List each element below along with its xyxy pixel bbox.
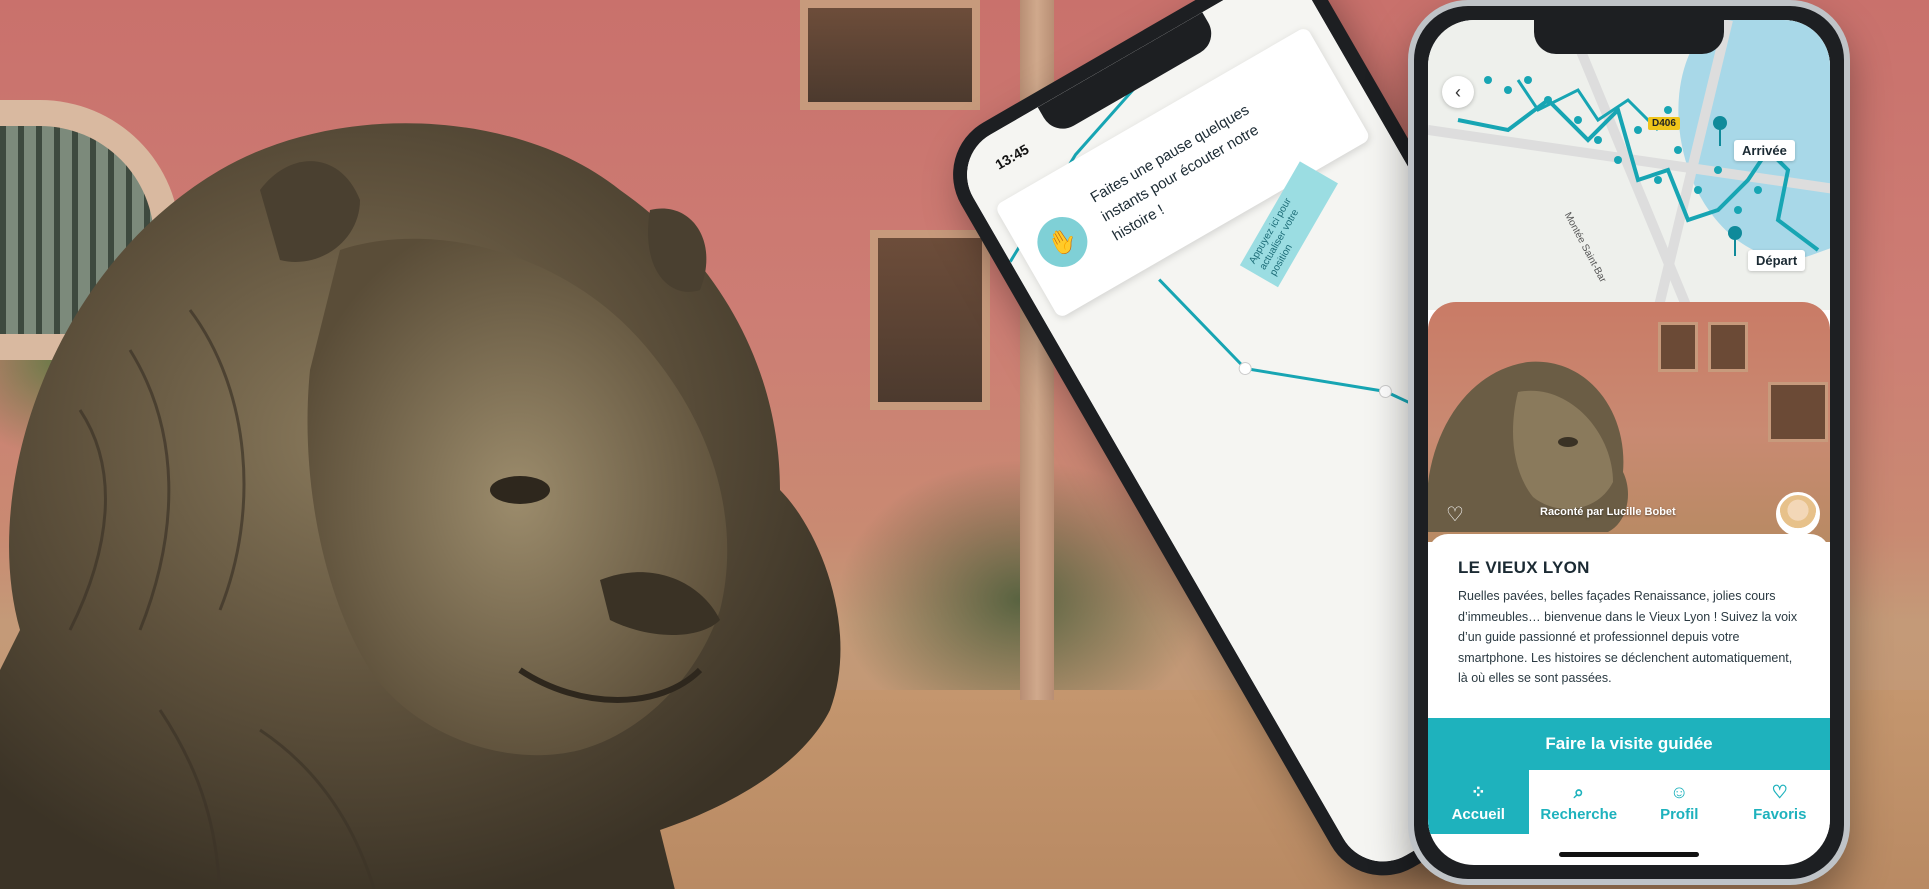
departure-label: Départ [1748, 250, 1806, 271]
front-phone-screen: ‹ D406 Arrivée Départ Montée Saint-Bar ♡ [1428, 20, 1830, 865]
front-phone-notch [1534, 20, 1724, 54]
departure-pin[interactable] [1728, 226, 1742, 256]
bottom-tab-bar: ⁘ Accueil ⌕ Recherche ☺ Profil ♡ Favoris [1428, 770, 1830, 834]
road-badge: D406 [1648, 117, 1680, 130]
chevron-left-icon: ‹ [1455, 81, 1461, 102]
route-map[interactable]: ‹ D406 Arrivée Départ Montée Saint-Bar [1428, 20, 1830, 310]
tab-label: Favoris [1753, 805, 1807, 823]
tab-label: Recherche [1540, 805, 1618, 823]
lion-statue-image [0, 123, 841, 889]
card-window [1708, 322, 1748, 372]
narrator-avatar[interactable] [1776, 492, 1820, 536]
tour-card-image[interactable]: ♡ Raconté par Lucille Bobet [1428, 302, 1830, 542]
front-phone: ‹ D406 Arrivée Départ Montée Saint-Bar ♡ [1408, 0, 1850, 885]
hand-icon: ✋ [1028, 207, 1097, 277]
tab-recherche[interactable]: ⌕ Recherche [1529, 770, 1630, 834]
tab-accueil[interactable]: ⁘ Accueil [1428, 770, 1529, 834]
heart-outline-icon[interactable]: ♡ [1446, 504, 1468, 526]
home-indicator[interactable] [1559, 852, 1699, 857]
arrival-pin[interactable] [1713, 116, 1727, 146]
promo-scene: 13:45 ✋ Faites une pause quelques instan… [0, 0, 1929, 889]
search-icon: ⌕ [1573, 781, 1584, 802]
tab-label: Profil [1660, 805, 1699, 823]
card-window [1658, 322, 1698, 372]
tour-title: LE VIEUX LYON [1458, 558, 1590, 577]
grid-icon: ⁘ [1470, 781, 1486, 802]
tab-label: Accueil [1451, 805, 1505, 823]
back-button[interactable]: ‹ [1442, 76, 1474, 108]
heart-icon: ♡ [1771, 781, 1788, 802]
tab-favoris[interactable]: ♡ Favoris [1730, 770, 1831, 834]
background-window [800, 0, 980, 110]
start-tour-button[interactable]: Faire la visite guidée [1428, 718, 1830, 770]
user-icon: ☺ [1670, 781, 1689, 802]
tour-description-panel: LE VIEUX LYON Ruelles pavées, belles faç… [1428, 534, 1830, 734]
tab-profil[interactable]: ☺ Profil [1629, 770, 1730, 834]
arrival-label: Arrivée [1734, 140, 1795, 161]
card-window [1768, 382, 1828, 442]
tour-description: Ruelles pavées, belles façades Renaissan… [1458, 589, 1798, 685]
narrator-label: Raconté par Lucille Bobet [1540, 506, 1676, 518]
